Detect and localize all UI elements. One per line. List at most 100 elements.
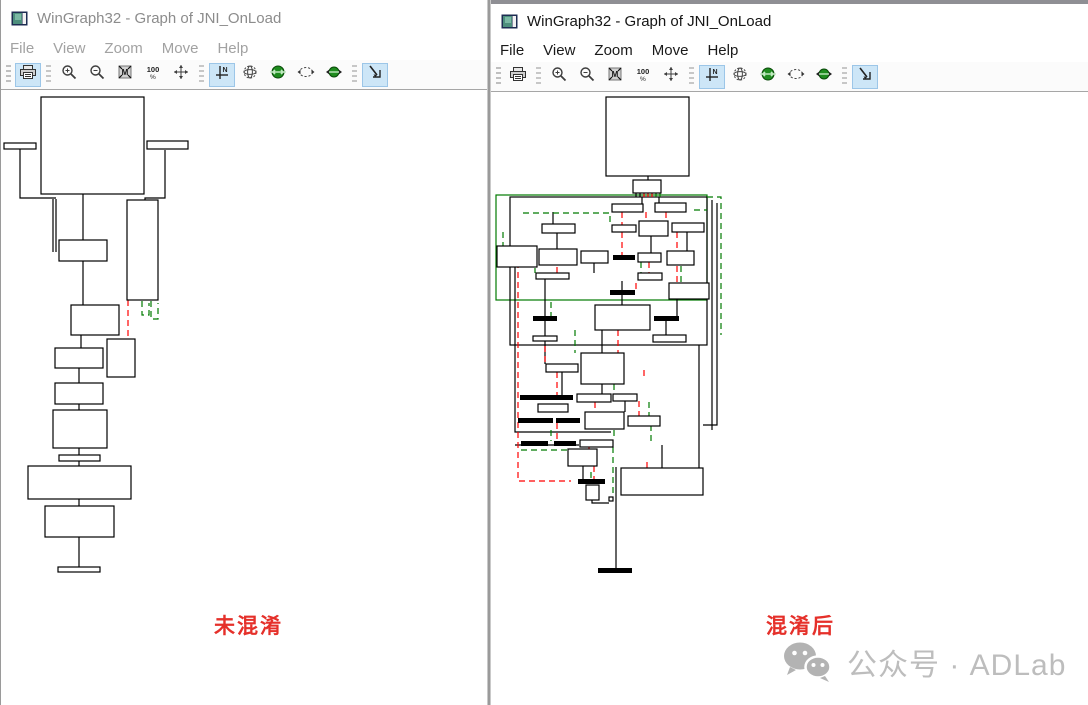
zoom-out-button[interactable] — [84, 63, 110, 87]
graph-node[interactable] — [147, 141, 188, 149]
graph-node-collapsed[interactable] — [578, 479, 605, 484]
menu-item-help[interactable]: Help — [217, 40, 248, 57]
graph-node[interactable] — [585, 412, 624, 429]
print-button[interactable] — [505, 65, 531, 89]
menu-item-zoom[interactable]: Zoom — [104, 40, 142, 57]
graph-node[interactable] — [536, 273, 569, 279]
graph-node[interactable] — [672, 223, 704, 232]
graph-node[interactable] — [55, 383, 103, 404]
pan-sphere-button[interactable] — [265, 63, 291, 87]
graph-node-collapsed[interactable] — [533, 316, 557, 321]
graph-node[interactable] — [577, 394, 611, 402]
pan-sphere-button[interactable] — [755, 65, 781, 89]
toolbar-separator — [199, 65, 204, 85]
menu-item-file[interactable]: File — [10, 40, 34, 57]
svg-text:N: N — [712, 69, 717, 76]
graph-node[interactable] — [127, 200, 158, 300]
graph-node[interactable] — [595, 305, 650, 330]
zoom-100-button[interactable]: 100% — [140, 63, 166, 87]
rotate-globe-button[interactable] — [237, 63, 263, 87]
menu-item-zoom[interactable]: Zoom — [594, 42, 632, 59]
app-icon — [501, 14, 518, 29]
graph-node[interactable] — [580, 440, 613, 447]
follow-edge-button[interactable] — [362, 63, 388, 87]
graph-node[interactable] — [621, 468, 703, 495]
graph-node[interactable] — [606, 97, 689, 176]
graph-node[interactable] — [638, 273, 662, 280]
graph-node[interactable] — [539, 249, 577, 265]
graph-node[interactable] — [609, 497, 613, 501]
print-button[interactable] — [15, 63, 41, 87]
rotate-globe-button[interactable] — [727, 65, 753, 89]
graph-node[interactable] — [45, 506, 114, 537]
zoom-fit-button[interactable]: M — [602, 65, 628, 89]
graph-node[interactable] — [59, 455, 100, 461]
shrink-sphere-button[interactable] — [811, 65, 837, 89]
menu-item-file[interactable]: File — [500, 42, 524, 59]
graph-node[interactable] — [59, 240, 107, 261]
graph-node[interactable] — [568, 449, 597, 466]
zoom-in-button[interactable] — [546, 65, 572, 89]
graph-node-collapsed[interactable] — [554, 441, 576, 446]
graph-node[interactable] — [71, 305, 119, 335]
zoom-100-button[interactable]: 100% — [630, 65, 656, 89]
graph-node-collapsed[interactable] — [598, 568, 632, 573]
graph-node[interactable] — [542, 224, 575, 233]
menu-item-move[interactable]: Move — [652, 42, 689, 59]
graph-node-collapsed[interactable] — [518, 418, 553, 423]
graph-node[interactable] — [633, 180, 661, 193]
graph-node[interactable] — [55, 348, 103, 368]
graph-node[interactable] — [638, 253, 661, 262]
graph-node-collapsed[interactable] — [654, 316, 679, 321]
graph-node[interactable] — [628, 416, 660, 426]
center-graph-icon — [173, 64, 189, 85]
graph-node-collapsed[interactable] — [610, 290, 635, 295]
zoom-100-icon: 100% — [144, 64, 162, 85]
svg-text:100: 100 — [637, 67, 650, 76]
follow-edge-button[interactable] — [852, 65, 878, 89]
graph-node[interactable] — [107, 339, 135, 377]
graph-node[interactable] — [586, 485, 599, 500]
graph-node[interactable] — [639, 221, 668, 236]
graph-node[interactable] — [58, 567, 100, 572]
stretch-dashed-button[interactable] — [783, 65, 809, 89]
menu-item-view[interactable]: View — [543, 42, 575, 59]
graph-node[interactable] — [53, 410, 107, 448]
graph-node[interactable] — [667, 251, 694, 265]
stretch-dashed-button[interactable] — [293, 63, 319, 87]
graph-node[interactable] — [655, 203, 686, 212]
graph-node[interactable] — [653, 335, 686, 342]
graph-node[interactable] — [581, 251, 608, 263]
menu-item-move[interactable]: Move — [162, 40, 199, 57]
graph-node[interactable] — [4, 143, 36, 149]
graph-node[interactable] — [612, 225, 636, 232]
graph-node[interactable] — [613, 394, 637, 401]
graph-node[interactable] — [497, 246, 537, 267]
menu-item-help[interactable]: Help — [707, 42, 738, 59]
graph-node[interactable] — [546, 364, 578, 372]
center-graph-button[interactable] — [658, 65, 684, 89]
graph-node[interactable] — [581, 353, 624, 384]
menu-item-view[interactable]: View — [53, 40, 85, 57]
graph-node-collapsed[interactable] — [556, 418, 580, 423]
graph-node[interactable] — [41, 97, 144, 194]
zoom-out-button[interactable] — [574, 65, 600, 89]
graph-node-collapsed[interactable] — [521, 441, 548, 446]
graph-node[interactable] — [612, 204, 643, 212]
window-title: WinGraph32 - Graph of JNI_OnLoad — [37, 10, 281, 27]
layout-axis-button[interactable]: N — [209, 63, 235, 87]
shrink-sphere-button[interactable] — [321, 63, 347, 87]
graph-canvas-left[interactable]: 未混淆 — [1, 94, 488, 705]
graph-node-collapsed[interactable] — [613, 255, 635, 260]
layout-axis-button[interactable]: N — [699, 65, 725, 89]
center-graph-button[interactable] — [168, 63, 194, 87]
zoom-fit-button[interactable]: M — [112, 63, 138, 87]
zoom-in-button[interactable] — [56, 63, 82, 87]
graph-node-collapsed[interactable] — [520, 395, 547, 400]
graph-canvas-right[interactable]: 混淆后 — [491, 94, 1088, 705]
graph-node[interactable] — [533, 336, 557, 341]
graph-node-collapsed[interactable] — [547, 395, 573, 400]
graph-node[interactable] — [28, 466, 131, 499]
graph-node[interactable] — [669, 283, 709, 299]
graph-node[interactable] — [538, 404, 568, 412]
